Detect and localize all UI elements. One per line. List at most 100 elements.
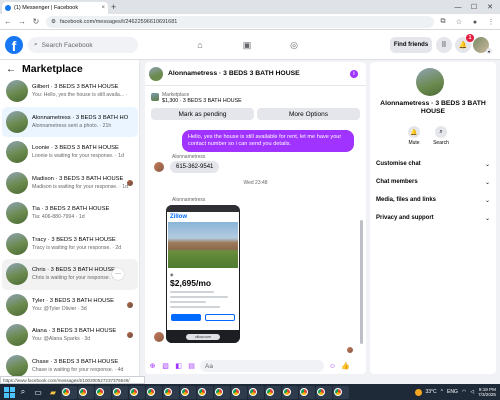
conversation-name: Tia · 3 BEDS 2 BATH HOUSE: [32, 206, 110, 213]
phone-browser-bar: zillow.com: [166, 330, 240, 343]
back-arrow-icon[interactable]: ←: [6, 64, 16, 75]
tab-title: (1) Messenger | Facebook: [14, 5, 79, 11]
chrome-window-icon[interactable]: [146, 385, 162, 399]
chrome-window-icon[interactable]: [265, 385, 281, 399]
chrome-window-icon[interactable]: [61, 385, 77, 399]
find-friends-button[interactable]: Find friends: [390, 37, 432, 53]
clock[interactable]: 9:19 PM 7/3/2025: [478, 387, 496, 398]
listing-avatar: [6, 354, 28, 377]
sender-avatar[interactable]: [154, 162, 164, 172]
language-indicator[interactable]: ENG: [447, 389, 458, 395]
photo-icon[interactable]: ▧: [161, 362, 170, 371]
file-explorer-icon[interactable]: ▰: [46, 386, 60, 399]
windows-start-icon[interactable]: [3, 386, 15, 398]
search-icon[interactable]: ⌕: [16, 386, 30, 399]
mute-label: Mute: [408, 140, 420, 146]
more-options-icon[interactable]: ···: [112, 268, 124, 280]
sender-avatar[interactable]: [154, 332, 164, 342]
listing-detail-line: [170, 291, 214, 293]
conversation-item-active[interactable]: Alonnametress · 3 BEDS 3 BATH HOUSEAlonn…: [2, 106, 138, 137]
facebook-logo-icon[interactable]: f: [5, 36, 23, 54]
chat-avatar[interactable]: [149, 66, 163, 81]
mark-as-pending-button[interactable]: Mark as pending: [151, 108, 254, 120]
tray-chevron-icon[interactable]: ^: [441, 389, 443, 395]
chrome-window-icon[interactable]: [95, 385, 111, 399]
conversation-preview: Chase is waiting for your response. · 4d: [32, 366, 124, 373]
marketplace-icon[interactable]: ▣: [240, 38, 254, 52]
chevron-down-icon[interactable]: ▾: [486, 48, 492, 54]
plus-icon[interactable]: ⊕: [148, 362, 157, 371]
address-bar[interactable]: ⚙ facebook.com/messages/t/24622596610691…: [46, 16, 434, 28]
zillow-screenshot-image[interactable]: Zillow ◉ $2,695/mo zillow.com: [166, 205, 240, 343]
home-icon[interactable]: ⌂: [193, 38, 207, 52]
reload-icon[interactable]: ↻: [32, 17, 40, 26]
temperature[interactable]: 33°C: [426, 389, 437, 395]
task-view-icon[interactable]: ▭: [31, 386, 45, 399]
privacy-support-row[interactable]: Privacy and support ⌄: [376, 212, 490, 224]
volume-icon[interactable]: ◁: [470, 389, 474, 395]
chrome-window-icon[interactable]: [180, 385, 196, 399]
conversation-item[interactable]: Tia · 3 BEDS 2 BATH HOUSE Tia: 406-880-79…: [2, 198, 138, 229]
customise-chat-row[interactable]: Customise chat ⌄: [376, 158, 490, 170]
marketplace-listing-card: Marketplace $1,300 · 3 BEDS 3 BATH HOUSE…: [149, 90, 362, 120]
listing-price[interactable]: $1,300 · 3 BEDS 3 BATH HOUSE: [162, 98, 242, 104]
conversation-item[interactable]: Madison · 3 BEDS 3 BATH HOUSE Madison is …: [2, 168, 138, 199]
minimize-icon[interactable]: —: [450, 0, 466, 14]
chrome-window-icon[interactable]: [231, 385, 247, 399]
chrome-window-icon[interactable]: [316, 385, 332, 399]
close-window-icon[interactable]: ✕: [482, 0, 498, 14]
notifications-icon[interactable]: 🔔 1: [455, 34, 474, 53]
chrome-window-icon[interactable]: [129, 385, 145, 399]
conversation-item[interactable]: Tracy · 3 BEDS 3 BATH HOUSE Tracy is wait…: [2, 229, 138, 260]
maximize-icon[interactable]: ☐: [466, 0, 482, 14]
bookmark-star-icon[interactable]: ☆: [454, 16, 464, 28]
chat-header: Alonnametress · 3 BEDS 3 BATH HOUSE i: [145, 62, 366, 86]
chrome-window-icon[interactable]: [214, 385, 230, 399]
conversation-item[interactable]: Alana · 3 BEDS 3 BATH HOUSE You: @Alana S…: [2, 320, 138, 351]
forward-icon[interactable]: →: [18, 17, 26, 26]
buyer-mini-avatar: [127, 179, 133, 186]
chat-title[interactable]: Alonnametress · 3 BEDS 3 BATH HOUSE: [168, 70, 300, 77]
chrome-window-icon[interactable]: [163, 385, 179, 399]
conversation-item[interactable]: Loonie · 3 BEDS 3 BATH HOUSE Loonie is wa…: [2, 137, 138, 168]
browser-menu-icon[interactable]: ⋮: [486, 16, 496, 28]
conversation-item[interactable]: Tyler · 3 BEDS 3 BATH HOUSE You: @Tyler O…: [2, 290, 138, 321]
install-app-icon[interactable]: ⧉: [438, 16, 448, 28]
gif-icon[interactable]: ▤: [187, 362, 196, 371]
chrome-window-icon[interactable]: [333, 385, 349, 399]
emoji-icon[interactable]: ☺: [328, 362, 337, 371]
chrome-window-icon[interactable]: [282, 385, 298, 399]
message-input[interactable]: Aa: [200, 360, 324, 372]
media-files-links-row[interactable]: Media, files and links ⌄: [376, 194, 490, 206]
wifi-icon[interactable]: ◠: [462, 389, 466, 395]
sticker-icon[interactable]: ◧: [174, 362, 183, 371]
thread-scrollbar[interactable]: [360, 220, 363, 344]
chrome-window-icon[interactable]: [248, 385, 264, 399]
conversation-item-hovered[interactable]: Chris · 3 BEDS 3 BATH HOUSE Chris is wait…: [2, 259, 138, 290]
chat-panel: Alonnametress · 3 BEDS 3 BATH HOUSE i Ma…: [145, 62, 366, 374]
chat-members-row[interactable]: Chat members ⌄: [376, 176, 490, 188]
like-icon[interactable]: 👍: [341, 362, 350, 371]
menu-grid-icon[interactable]: ⠿: [436, 37, 452, 53]
weather-icon[interactable]: [414, 388, 422, 396]
back-icon[interactable]: ←: [4, 17, 12, 26]
groups-icon[interactable]: ◎: [287, 38, 301, 52]
facebook-search-input[interactable]: ⌕ Search Facebook: [28, 37, 138, 53]
listing-thumbnail[interactable]: [151, 93, 159, 101]
chrome-window-icon[interactable]: [78, 385, 94, 399]
details-avatar[interactable]: [416, 68, 444, 96]
chrome-window-icon[interactable]: [112, 385, 128, 399]
new-tab-icon[interactable]: +: [111, 2, 116, 12]
chrome-window-icon[interactable]: [299, 385, 315, 399]
search-action[interactable]: ⌕ Search: [430, 126, 452, 146]
mute-action[interactable]: 🔔 Mute: [403, 126, 425, 146]
site-info-icon[interactable]: ⚙: [51, 19, 56, 25]
close-tab-icon[interactable]: ×: [101, 5, 105, 11]
more-options-button[interactable]: More Options: [257, 108, 360, 120]
address-toolbar: ← → ↻ ⚙ facebook.com/messages/t/24622596…: [0, 14, 500, 30]
chrome-window-icon[interactable]: [197, 385, 213, 399]
browser-profile-icon[interactable]: ●: [470, 16, 480, 28]
conversation-item[interactable]: Gilbert · 3 BEDS 3 BATH HOUSE You: Hello,…: [2, 76, 138, 107]
browser-tab[interactable]: (1) Messenger | Facebook ×: [2, 2, 108, 14]
info-icon[interactable]: i: [350, 70, 358, 78]
